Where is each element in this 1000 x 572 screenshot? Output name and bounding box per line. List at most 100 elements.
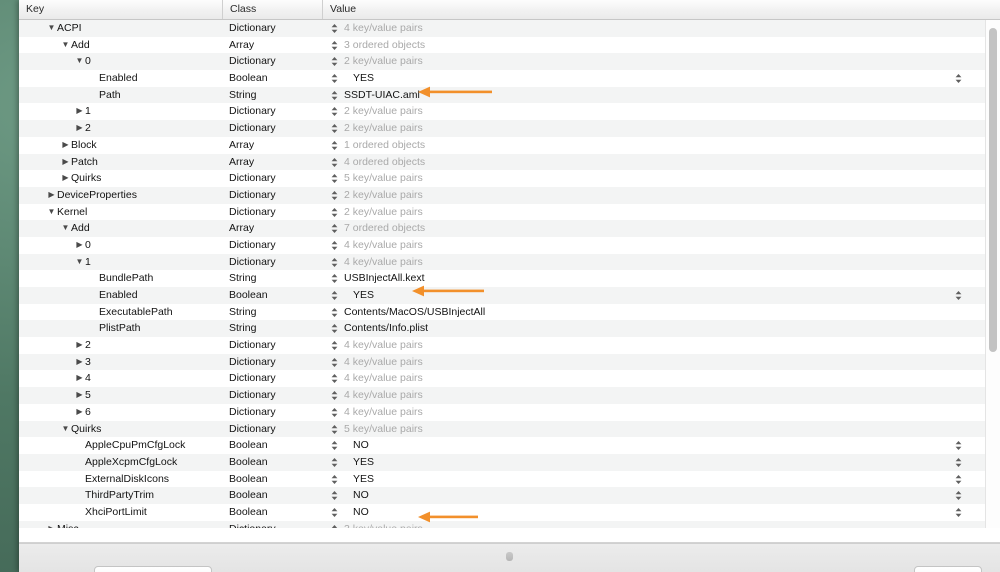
cell-class[interactable]: Boolean — [222, 504, 322, 521]
cell-key[interactable]: ▶AppleCpuPmCfgLock — [19, 437, 222, 454]
cell-value[interactable]: 4 key/value pairs — [322, 20, 982, 37]
table-row[interactable]: ▶ Patch Array 4 ordered objects — [19, 153, 1000, 171]
disclosure-triangle-closed-icon[interactable]: ▶ — [75, 370, 84, 387]
table-row[interactable]: ▶AppleXcpmCfgLockBooleanYES — [19, 453, 1000, 471]
cell-key[interactable]: ▶ DeviceProperties — [19, 187, 222, 204]
value-stepper-icon[interactable] — [329, 137, 340, 154]
cell-value[interactable]: NO — [322, 487, 982, 504]
cell-class[interactable]: Boolean — [222, 287, 322, 304]
disclosure-triangle-closed-icon[interactable]: ▶ — [75, 387, 84, 404]
cell-class[interactable]: Array — [222, 37, 322, 54]
cell-class[interactable]: Boolean — [222, 487, 322, 504]
footer-button-right[interactable] — [914, 566, 982, 572]
table-row[interactable]: ▶ 0 Dictionary 4 key/value pairs — [19, 236, 1000, 254]
cell-value[interactable]: YES — [322, 70, 982, 87]
cell-key[interactable]: ▶Enabled — [19, 70, 222, 87]
column-header-value[interactable]: Value — [322, 0, 1000, 19]
value-stepper-icon[interactable] — [329, 237, 340, 254]
cell-value[interactable]: YES — [322, 287, 982, 304]
boolean-toggle-stepper-icon[interactable] — [953, 454, 964, 471]
table-row[interactable]: ▼ Quirks Dictionary 5 key/value pairs — [19, 420, 1000, 438]
cell-value[interactable]: NO — [322, 504, 982, 521]
cell-key[interactable]: ▼ 1 — [19, 254, 222, 271]
cell-value[interactable]: 2 key/value pairs — [322, 187, 982, 204]
value-stepper-icon[interactable] — [329, 37, 340, 54]
table-row[interactable]: ▶ DeviceProperties Dictionary 2 key/value p… — [19, 186, 1000, 204]
cell-value[interactable]: 1 ordered objects — [322, 137, 982, 154]
table-row[interactable]: ▼ Add Array 3 ordered objects — [19, 36, 1000, 54]
value-stepper-icon[interactable] — [329, 320, 340, 337]
cell-class[interactable]: Boolean — [222, 70, 322, 87]
disclosure-triangle-open-icon[interactable]: ▼ — [75, 254, 84, 271]
cell-class[interactable]: Dictionary — [222, 53, 322, 70]
table-row[interactable]: ▶ Block Array 1 ordered objects — [19, 136, 1000, 154]
table-row[interactable]: ▶ 1 Dictionary 2 key/value pairs — [19, 103, 1000, 121]
cell-value[interactable]: 3 ordered objects — [322, 37, 982, 54]
cell-value[interactable]: 2 key/value pairs — [322, 120, 982, 137]
value-stepper-icon[interactable] — [329, 103, 340, 120]
column-header-class[interactable]: Class — [222, 0, 322, 19]
disclosure-triangle-open-icon[interactable]: ▼ — [61, 220, 70, 237]
boolean-toggle-stepper-icon[interactable] — [953, 487, 964, 504]
value-stepper-icon[interactable] — [329, 53, 340, 70]
cell-key[interactable]: ▶ Quirks — [19, 170, 222, 187]
cell-class[interactable]: Dictionary — [222, 354, 322, 371]
cell-value[interactable]: YES — [322, 471, 982, 488]
table-row[interactable]: ▶ 5 Dictionary 4 key/value pairs — [19, 387, 1000, 404]
table-row[interactable]: ▶PlistPathStringContents/Info.plist — [19, 320, 1000, 338]
vertical-scrollbar[interactable] — [985, 20, 1000, 543]
cell-key[interactable]: ▼ Add — [19, 220, 222, 237]
cell-class[interactable]: Dictionary — [222, 20, 322, 37]
cell-class[interactable]: Dictionary — [222, 170, 322, 187]
cell-value[interactable]: 4 key/value pairs — [322, 354, 982, 371]
cell-value[interactable]: 4 key/value pairs — [322, 404, 982, 421]
disclosure-triangle-open-icon[interactable]: ▼ — [47, 204, 56, 221]
cell-value[interactable]: 4 ordered objects — [322, 154, 982, 171]
cell-class[interactable]: Boolean — [222, 437, 322, 454]
value-stepper-icon[interactable] — [329, 204, 340, 221]
value-stepper-icon[interactable] — [329, 304, 340, 321]
value-stepper-icon[interactable] — [329, 270, 340, 287]
table-row[interactable]: ▶ 3 Dictionary 4 key/value pairs — [19, 353, 1000, 371]
table-row[interactable]: ▶EnabledBooleanYES — [19, 70, 1000, 87]
table-row[interactable]: ▶BundlePathStringUSBInjectAll.kext — [19, 270, 1000, 287]
cell-key[interactable]: ▶ 5 — [19, 387, 222, 404]
cell-value[interactable]: 4 key/value pairs — [322, 387, 982, 404]
cell-key[interactable]: ▶Path — [19, 87, 222, 104]
disclosure-triangle-open-icon[interactable]: ▼ — [61, 37, 70, 54]
value-stepper-icon[interactable] — [329, 187, 340, 204]
value-stepper-icon[interactable] — [329, 70, 340, 87]
cell-value[interactable]: 2 key/value pairs — [322, 204, 982, 221]
cell-key[interactable]: ▼ Add — [19, 37, 222, 54]
table-row[interactable]: ▼ 1 Dictionary 4 key/value pairs — [19, 253, 1000, 271]
cell-value[interactable]: Contents/MacOS/USBInjectAll — [322, 304, 982, 321]
value-stepper-icon[interactable] — [329, 87, 340, 104]
cell-value[interactable]: NO — [322, 437, 982, 454]
table-row[interactable]: ▼ ACPI Dictionary 4 key/value pairs — [19, 20, 1000, 37]
disclosure-triangle-closed-icon[interactable]: ▶ — [47, 187, 56, 204]
disclosure-triangle-closed-icon[interactable]: ▶ — [75, 103, 84, 120]
table-row[interactable]: ▶ExecutablePathStringContents/MacOS/USBI… — [19, 303, 1000, 321]
cell-class[interactable]: Dictionary — [222, 370, 322, 387]
cell-value[interactable]: USBInjectAll.kext — [322, 270, 982, 287]
value-stepper-icon[interactable] — [329, 437, 340, 454]
value-stepper-icon[interactable] — [329, 220, 340, 237]
boolean-toggle-stepper-icon[interactable] — [953, 287, 964, 304]
value-stepper-icon[interactable] — [329, 504, 340, 521]
disclosure-triangle-open-icon[interactable]: ▼ — [75, 53, 84, 70]
column-header-key[interactable]: Key — [19, 0, 222, 19]
value-stepper-icon[interactable] — [329, 471, 340, 488]
disclosure-triangle-closed-icon[interactable]: ▶ — [75, 120, 84, 137]
cell-class[interactable]: Dictionary — [222, 254, 322, 271]
table-row[interactable]: ▶AppleCpuPmCfgLockBooleanNO — [19, 437, 1000, 454]
cell-value[interactable]: YES — [322, 454, 982, 471]
cell-key[interactable]: ▶ExecutablePath — [19, 304, 222, 321]
cell-key[interactable]: ▼ ACPI — [19, 20, 222, 37]
cell-class[interactable]: Dictionary — [222, 103, 322, 120]
vertical-scrollbar-thumb[interactable] — [989, 28, 997, 352]
cell-class[interactable]: Boolean — [222, 454, 322, 471]
table-row[interactable]: ▼ 0 Dictionary 2 key/value pairs — [19, 53, 1000, 71]
value-stepper-icon[interactable] — [329, 20, 340, 37]
disclosure-triangle-closed-icon[interactable]: ▶ — [75, 354, 84, 371]
cell-key[interactable]: ▶AppleXcpmCfgLock — [19, 454, 222, 471]
